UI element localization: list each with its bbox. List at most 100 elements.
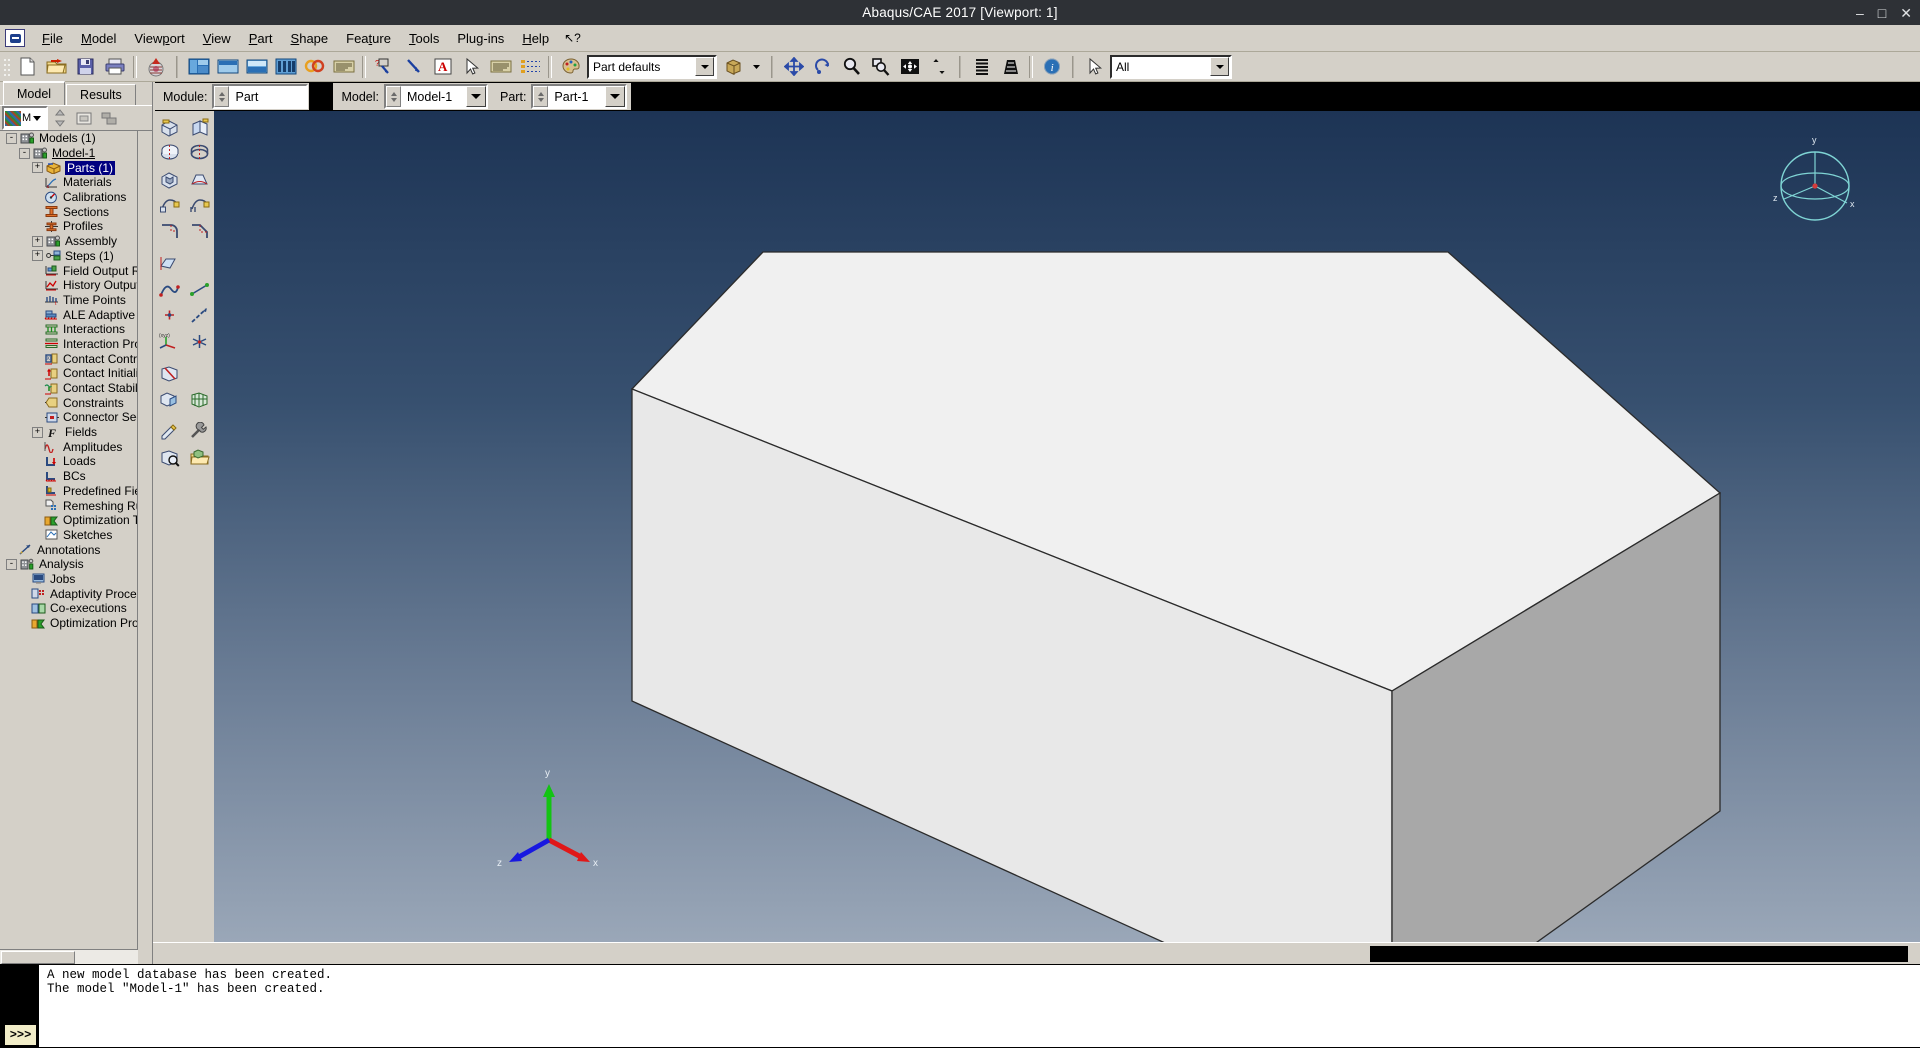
part-manager-icon[interactable] bbox=[185, 444, 214, 470]
collapse-icon[interactable]: - bbox=[19, 147, 30, 159]
pan-icon[interactable] bbox=[780, 54, 807, 80]
selection-filter-value[interactable]: All bbox=[1112, 60, 1210, 74]
selection-arrow-icon[interactable] bbox=[458, 54, 485, 80]
collapse-icon[interactable]: - bbox=[6, 132, 17, 144]
tab-results[interactable]: Results bbox=[66, 84, 136, 105]
save-database-icon[interactable] bbox=[72, 54, 99, 80]
tree-item-co-executions[interactable]: Co-executions bbox=[0, 601, 138, 616]
link-viewports-icon[interactable] bbox=[301, 54, 328, 80]
expand-icon[interactable]: + bbox=[32, 250, 43, 262]
module-combo[interactable]: Part bbox=[212, 84, 309, 109]
tree-item-assembly[interactable]: + Assembly bbox=[0, 234, 138, 249]
tree-item-loads[interactable]: Loads bbox=[0, 454, 138, 469]
expand-icon[interactable]: + bbox=[32, 426, 43, 438]
tree-item-predefined-fields[interactable]: Predefined Fields bbox=[0, 484, 138, 499]
tree-item-contact-controls[interactable]: Χ Contact Controls bbox=[0, 351, 138, 366]
expand-icon[interactable]: + bbox=[32, 162, 43, 174]
annotation-text-icon[interactable]: A bbox=[429, 54, 456, 80]
viewport-list-icon[interactable] bbox=[272, 54, 299, 80]
datum-icon[interactable] bbox=[487, 54, 514, 80]
tree-item-sections[interactable]: Sections bbox=[0, 204, 138, 219]
create-mesh-part-icon[interactable] bbox=[185, 386, 214, 412]
model-chevron-down-icon[interactable] bbox=[466, 86, 487, 107]
create-round-fillet-icon[interactable] bbox=[155, 218, 184, 244]
create-blend-icon[interactable] bbox=[185, 166, 214, 192]
part-spinner[interactable] bbox=[533, 86, 549, 107]
tree-item-optimization-processes[interactable]: Optimization Processes bbox=[0, 616, 138, 631]
abaqus-home-icon[interactable] bbox=[142, 54, 169, 80]
tree-horizontal-scrollbar[interactable] bbox=[0, 949, 138, 964]
application-logo-icon[interactable] bbox=[5, 29, 25, 47]
tree-item-bcs[interactable]: BCs bbox=[0, 469, 138, 484]
model-value[interactable]: Model-1 bbox=[401, 90, 458, 104]
tree-item-profiles[interactable]: Profiles bbox=[0, 219, 138, 234]
tree-item-time-points[interactable]: t Time Points bbox=[0, 293, 138, 308]
create-solid-sweep-icon[interactable] bbox=[155, 192, 184, 218]
tree-hscroll-thumb[interactable] bbox=[1, 951, 75, 964]
tree-item-model-1[interactable]: - Model-1 bbox=[0, 146, 138, 161]
tree-item-field-output-requests[interactable]: Field Output Requests bbox=[0, 263, 138, 278]
tree-item-contact-stabilizations[interactable]: Contact Stabilizations bbox=[0, 381, 138, 396]
create-shell-revolve-icon[interactable] bbox=[185, 140, 214, 166]
merge-cut-icon[interactable] bbox=[155, 386, 184, 412]
render-style-palette-icon[interactable] bbox=[557, 54, 584, 80]
create-viewport-icon[interactable] bbox=[185, 54, 212, 80]
container-icon[interactable] bbox=[73, 106, 95, 130]
tree-item-remeshing-rules[interactable]: Remeshing Rules bbox=[0, 498, 138, 513]
tree-item-models-1[interactable]: - Models (1) bbox=[0, 131, 138, 146]
open-database-icon[interactable] bbox=[43, 54, 70, 80]
tree-item-interactions[interactable]: Interactions bbox=[0, 322, 138, 337]
perspective-icon[interactable] bbox=[968, 54, 995, 80]
print-icon[interactable] bbox=[101, 54, 128, 80]
close-icon[interactable]: ✕ bbox=[1900, 6, 1912, 20]
create-solid-extrude-icon[interactable] bbox=[155, 114, 184, 140]
select-entity-icon[interactable] bbox=[1081, 54, 1108, 80]
tree-item-interaction-properties[interactable]: Interaction Properties bbox=[0, 337, 138, 352]
query-information-icon[interactable]: ? bbox=[371, 54, 398, 80]
viewport-1[interactable]: y x z y x z bbox=[214, 111, 1920, 942]
chevron-down-icon[interactable] bbox=[1210, 57, 1229, 76]
repair-tools-icon[interactable] bbox=[185, 418, 214, 444]
create-solid-revolve-icon[interactable] bbox=[155, 140, 184, 166]
tree-item-parts-1[interactable]: + Parts (1) bbox=[0, 160, 138, 175]
create-wire-icon[interactable] bbox=[155, 276, 184, 302]
tree-item-connector-sections[interactable]: Connector Sections bbox=[0, 410, 138, 425]
tree-item-contact-initializations[interactable]: Contact Initializations bbox=[0, 366, 138, 381]
partition-face-icon[interactable] bbox=[155, 360, 184, 386]
menu-tools[interactable]: Tools bbox=[400, 28, 448, 49]
collapse-icon[interactable]: - bbox=[6, 558, 17, 570]
chevron-down-icon[interactable] bbox=[695, 57, 714, 76]
model-tree[interactable]: - Models (1) - Model-1 + Parts (1) ε Materials C… bbox=[0, 131, 138, 950]
menu-viewport[interactable]: Viewport bbox=[125, 28, 193, 49]
tree-filter-icon[interactable] bbox=[98, 106, 120, 130]
render-style-icon[interactable] bbox=[720, 54, 747, 80]
box-zoom-icon[interactable] bbox=[867, 54, 894, 80]
menu-model[interactable]: Model bbox=[72, 28, 125, 49]
tree-item-optimization-tasks[interactable]: Optimization Tasks bbox=[0, 513, 138, 528]
edit-feature-icon[interactable] bbox=[155, 418, 184, 444]
part-combo[interactable]: Part-1 bbox=[531, 84, 628, 109]
tree-item-annotations[interactable]: Annotations bbox=[0, 542, 138, 557]
tile-horizontally-icon[interactable] bbox=[243, 54, 270, 80]
menu-file[interactable]: FFileile bbox=[33, 28, 72, 49]
menu-help[interactable]: Help bbox=[513, 28, 558, 49]
tree-item-sketches[interactable]: Sketches bbox=[0, 528, 138, 543]
model-database-selector[interactable]: M bbox=[2, 106, 48, 130]
part-geometry-render[interactable] bbox=[214, 111, 1920, 942]
create-datum-axis-icon[interactable] bbox=[185, 302, 214, 328]
render-style-combo[interactable]: Part defaults bbox=[587, 54, 717, 79]
menu-shape[interactable]: Shape bbox=[282, 28, 338, 49]
prompt-input-box[interactable] bbox=[1370, 946, 1908, 962]
kernel-prompt-button[interactable]: >>> bbox=[4, 1024, 37, 1046]
create-shell-planar-icon[interactable] bbox=[155, 250, 184, 276]
selection-filter-combo[interactable]: All bbox=[1110, 54, 1232, 79]
switch-context-icon[interactable] bbox=[50, 106, 70, 130]
query-part-icon[interactable] bbox=[155, 444, 184, 470]
create-datum-csys-icon[interactable]: (xyz) bbox=[155, 328, 184, 354]
tree-item-history-output-requests[interactable]: History Output Requests bbox=[0, 278, 138, 293]
create-cut-extrude-icon[interactable] bbox=[155, 166, 184, 192]
create-shell-sweep-icon[interactable] bbox=[185, 192, 214, 218]
tree-item-calibrations[interactable]: Calibrations bbox=[0, 190, 138, 205]
part-chevron-down-icon[interactable] bbox=[605, 86, 626, 107]
tile-vertically-icon[interactable] bbox=[214, 54, 241, 80]
